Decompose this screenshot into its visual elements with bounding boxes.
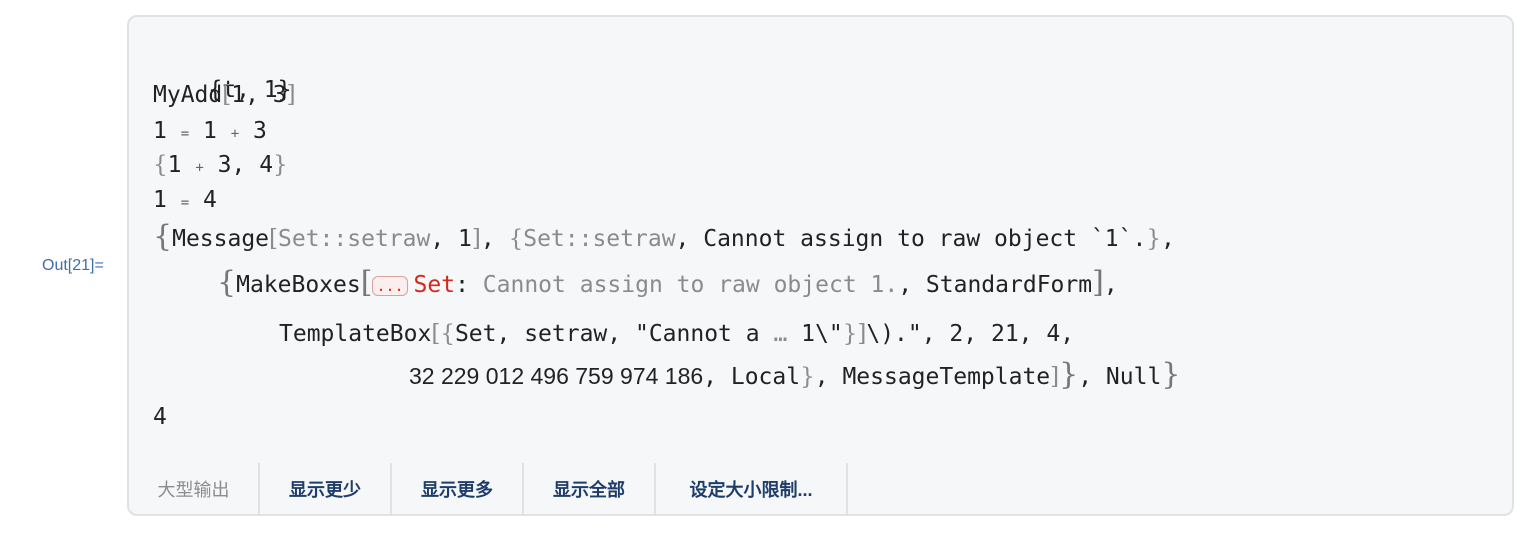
message-name-gray: Set::setraw xyxy=(278,226,431,252)
equal-op: = xyxy=(180,195,190,211)
plus-op: + xyxy=(195,160,204,176)
sum-a: 1 xyxy=(167,152,182,178)
ellipsis-icon[interactable]: ... xyxy=(372,275,408,296)
large-output-toolbar: 大型输出 显示更少 显示更多 显示全部 设定大小限制... xyxy=(129,463,848,515)
show-more-button[interactable]: 显示更多 xyxy=(392,463,524,515)
big-number: 32 229 012 496 759 974 186 xyxy=(409,363,704,389)
message-gray: Cannot assign to raw object 1. xyxy=(482,272,899,298)
output-line-9: 32 229 012 496 759 974 186, Local}, Mess… xyxy=(409,357,1181,392)
local: , Local xyxy=(703,364,801,390)
output-line-7: {MakeBoxes[... Set: Cannot assign to raw … xyxy=(217,265,1118,300)
plus-op: + xyxy=(230,126,240,142)
message-name-gray-2: Set::setraw xyxy=(523,226,676,252)
message-text: , Cannot assign to raw object `1`. xyxy=(675,226,1147,252)
rhs-b: 3 xyxy=(253,118,267,144)
result-4: 4 xyxy=(153,404,167,430)
message-head: Message xyxy=(172,226,270,252)
output-line-5: 1 = 4 xyxy=(153,185,217,218)
output-line-8: TemplateBox[{Set, setraw, "Cannot a … 1\… xyxy=(279,321,1075,347)
sum-rest: 3, 4 xyxy=(217,152,274,178)
makeboxes-head: MakeBoxes xyxy=(236,272,361,298)
inline-ellipsis: … xyxy=(773,321,788,347)
show-less-button[interactable]: 显示更少 xyxy=(260,463,392,515)
rhs: 4 xyxy=(203,187,217,213)
output-label: Out[21]= xyxy=(42,257,104,274)
standardform: , StandardForm xyxy=(898,272,1093,298)
colon: : xyxy=(455,272,469,298)
templatebox-args-2: 1\" xyxy=(801,321,843,347)
templatebox-tail: \).", 2, 21, 4, xyxy=(866,321,1075,347)
lhs: 1 xyxy=(153,187,167,213)
set-word-red: Set xyxy=(413,272,456,298)
lhs: 1 xyxy=(153,118,167,144)
output-line-4: {1 + 3, 4} xyxy=(153,152,288,178)
message-arg: , 1 xyxy=(430,226,472,252)
output-line-3: 1 = 1 + 3 xyxy=(153,116,267,149)
myadd-head: MyAdd xyxy=(153,82,223,108)
output-line-2: MyAdd[1, 3] xyxy=(153,82,296,108)
output-line-10: 4 xyxy=(153,402,167,432)
templatebox-args: Set, setraw, "Cannot a xyxy=(454,321,760,347)
large-output-cell: {t, 1} MyAdd[1, 3] 1 = 1 + 3 {1 + 3, 4} … xyxy=(127,15,1514,516)
show-all-button[interactable]: 显示全部 xyxy=(524,463,656,515)
myadd-args: 1, 3 xyxy=(231,82,287,108)
output-line-6: {Message[Set::setraw, 1], {Set::setraw, … xyxy=(153,219,1175,254)
null: , Null xyxy=(1078,364,1162,390)
rhs-a: 1 xyxy=(203,118,217,144)
message-template: , MessageTemplate xyxy=(814,364,1051,390)
toolbar-title: 大型输出 xyxy=(129,463,260,515)
equal-op: = xyxy=(180,126,190,142)
templatebox-head: TemplateBox xyxy=(279,321,432,347)
set-size-limit-button[interactable]: 设定大小限制... xyxy=(656,463,848,515)
